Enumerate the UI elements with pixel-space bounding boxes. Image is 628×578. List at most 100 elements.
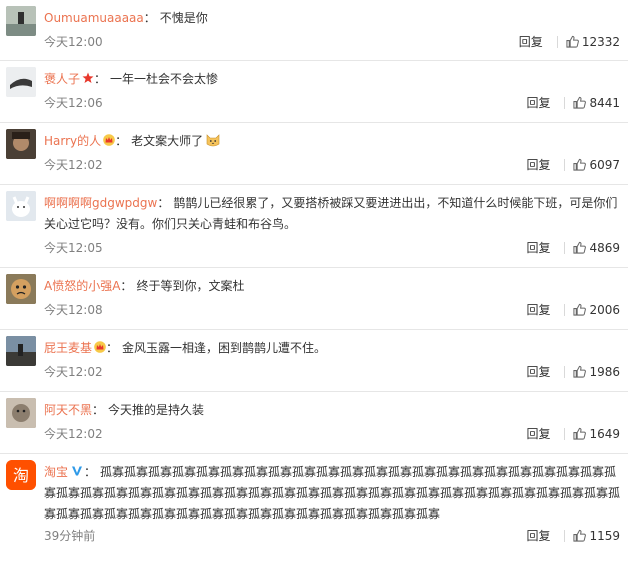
comment-time: 今天12:05: [44, 241, 103, 255]
comment-time: 今天12:08: [44, 303, 103, 317]
user-avatar[interactable]: [6, 274, 36, 304]
name-separator: ：: [157, 196, 170, 210]
name-separator: ：: [143, 11, 156, 25]
like-count: 1159: [589, 528, 620, 543]
comment-item: Oumuamuaaaaa： 不愧是你 今天12:00 回复 12332: [0, 0, 628, 61]
name-separator: ：: [84, 465, 97, 479]
comment-text-line: Harry的人 ：老文案大师了: [44, 131, 620, 152]
name-separator: ：: [92, 403, 105, 417]
like-count: 8441: [589, 95, 620, 110]
comment-actions: 回复 1159: [526, 527, 620, 544]
comment-time: 今天12:02: [44, 158, 103, 172]
like-count: 4869: [589, 240, 620, 255]
like-button[interactable]: 12332: [566, 35, 620, 49]
comment-actions: 回复 2006: [526, 301, 620, 318]
cat-emoji-icon: [206, 134, 220, 147]
comment-text-line: 屁王麦基 ：金风玉露一相逢，困到鹊鹊儿遭不住。: [44, 338, 620, 359]
user-avatar[interactable]: [6, 129, 36, 159]
reply-button[interactable]: 回复: [526, 425, 550, 442]
like-count: 1649: [589, 426, 620, 441]
comment-list: Oumuamuaaaaa： 不愧是你 今天12:00 回复 12332 褒人子 …: [0, 0, 628, 578]
comment-content: 终于等到你，文案杜: [136, 279, 245, 293]
reply-button[interactable]: 回复: [526, 239, 550, 256]
comment-text-line: Oumuamuaaaaa： 不愧是你: [44, 8, 620, 29]
comment-actions: 回复 8441: [526, 94, 620, 111]
comment-text-line: A愤怒的小强A： 终于等到你，文案杜: [44, 276, 620, 297]
thumbs-up-icon: [573, 303, 587, 316]
comment-username[interactable]: Oumuamuaaaaa: [44, 11, 144, 25]
comment-text-line: 淘宝 ：孤寡孤寡孤寡孤寡孤寡孤寡孤寡孤寡孤寡孤寡孤寡孤寡孤寡孤寡孤寡孤寡孤寡孤寡孤…: [44, 462, 620, 525]
like-button[interactable]: 2006: [573, 303, 620, 317]
comment-time: 39分钟前: [44, 529, 96, 543]
comment-item: Harry的人 ：老文案大师了 今天12:02 回复 6097: [0, 123, 628, 185]
comment-content: 今天推的是持久装: [108, 403, 205, 417]
comment-text-line: 阿天不黑： 今天推的是持久装: [44, 400, 620, 421]
user-avatar[interactable]: [6, 336, 36, 366]
like-button[interactable]: 8441: [573, 96, 620, 110]
thumbs-up-icon: [573, 96, 587, 109]
comment-username[interactable]: 阿天不黑: [44, 403, 92, 417]
like-button[interactable]: 1986: [573, 365, 620, 379]
verified-v-icon: [72, 466, 83, 476]
reply-button[interactable]: 回复: [526, 156, 550, 173]
comment-item: 淘 淘宝 ：孤寡孤寡孤寡孤寡孤寡孤寡孤寡孤寡孤寡孤寡孤寡孤寡孤寡孤寡孤寡孤寡孤寡孤…: [0, 454, 628, 578]
divider: [564, 158, 566, 171]
user-avatar[interactable]: [6, 67, 36, 97]
reply-button[interactable]: 回复: [526, 301, 550, 318]
comment-item: 褒人子 ：一年一杜会不会太惨 今天12:06 回复 8441: [0, 61, 628, 123]
thumbs-up-icon: [573, 158, 587, 171]
star-badge-icon: [82, 72, 94, 83]
comment-text-line: 褒人子 ：一年一杜会不会太惨: [44, 69, 620, 90]
comment-actions: 回复 1986: [526, 363, 620, 380]
divider: [564, 303, 566, 316]
user-avatar[interactable]: [6, 6, 36, 36]
comment-time: 今天12:00: [44, 35, 103, 49]
reply-button[interactable]: 回复: [519, 33, 543, 50]
comment-username[interactable]: 褒人子: [44, 72, 80, 86]
thumbs-up-icon: [573, 241, 587, 254]
comment-username[interactable]: Harry的人: [44, 134, 101, 148]
divider: [564, 365, 566, 378]
comment-time: 今天12:06: [44, 96, 103, 110]
like-button[interactable]: 1159: [573, 529, 620, 543]
like-count: 1986: [589, 364, 620, 379]
svg-text:淘: 淘: [13, 466, 29, 485]
comment-content: 孤寡孤寡孤寡孤寡孤寡孤寡孤寡孤寡孤寡孤寡孤寡孤寡孤寡孤寡孤寡孤寡孤寡孤寡孤寡孤寡…: [44, 465, 621, 521]
like-count: 2006: [589, 302, 620, 317]
like-button[interactable]: 4869: [573, 241, 620, 255]
divider: [564, 241, 566, 254]
comment-username[interactable]: 屁王麦基: [44, 341, 92, 355]
taobao-logo-icon: 淘: [6, 460, 36, 490]
thumbs-up-icon: [573, 365, 587, 378]
user-avatar[interactable]: 淘: [6, 460, 36, 490]
divider: [564, 427, 566, 440]
user-avatar[interactable]: [6, 191, 36, 221]
divider: [556, 35, 558, 48]
comment-item: A愤怒的小强A： 终于等到你，文案杜 今天12:08 回复 2006: [0, 268, 628, 330]
comment-content: 金风玉露一相逢，困到鹊鹊儿遭不住。: [122, 341, 327, 355]
comment-actions: 回复 1649: [526, 425, 620, 442]
comment-username[interactable]: 啊啊啊啊gdgwpdgw: [44, 196, 157, 210]
comment-actions: 回复 4869: [526, 239, 620, 256]
user-avatar[interactable]: [6, 398, 36, 428]
comment-item: 阿天不黑： 今天推的是持久装 今天12:02 回复 1649: [0, 392, 628, 454]
divider: [564, 96, 566, 109]
reply-button[interactable]: 回复: [526, 363, 550, 380]
comment-username[interactable]: 淘宝: [44, 465, 68, 479]
divider: [564, 529, 566, 542]
like-button[interactable]: 1649: [573, 427, 620, 441]
crown-badge-icon: [94, 341, 106, 353]
name-separator: ：: [94, 72, 107, 86]
like-button[interactable]: 6097: [573, 158, 620, 172]
comment-text-line: 啊啊啊啊gdgwpdgw： 鹊鹊儿已经很累了，又要搭桥被踩又要进进出出，不知道什么…: [44, 193, 620, 235]
comment-content: 老文案大师了: [131, 134, 204, 148]
comment-actions: 回复 6097: [526, 156, 620, 173]
comment-actions: 回复 12332: [519, 33, 620, 50]
name-separator: ：: [120, 279, 133, 293]
reply-button[interactable]: 回复: [526, 94, 550, 111]
comment-username[interactable]: A愤怒的小强A: [44, 279, 120, 293]
reply-button[interactable]: 回复: [526, 527, 550, 544]
like-count: 6097: [589, 157, 620, 172]
comment-item: 啊啊啊啊gdgwpdgw： 鹊鹊儿已经很累了，又要搭桥被踩又要进进出出，不知道什么…: [0, 185, 628, 268]
comment-content: 一年一杜会不会太惨: [110, 72, 219, 86]
